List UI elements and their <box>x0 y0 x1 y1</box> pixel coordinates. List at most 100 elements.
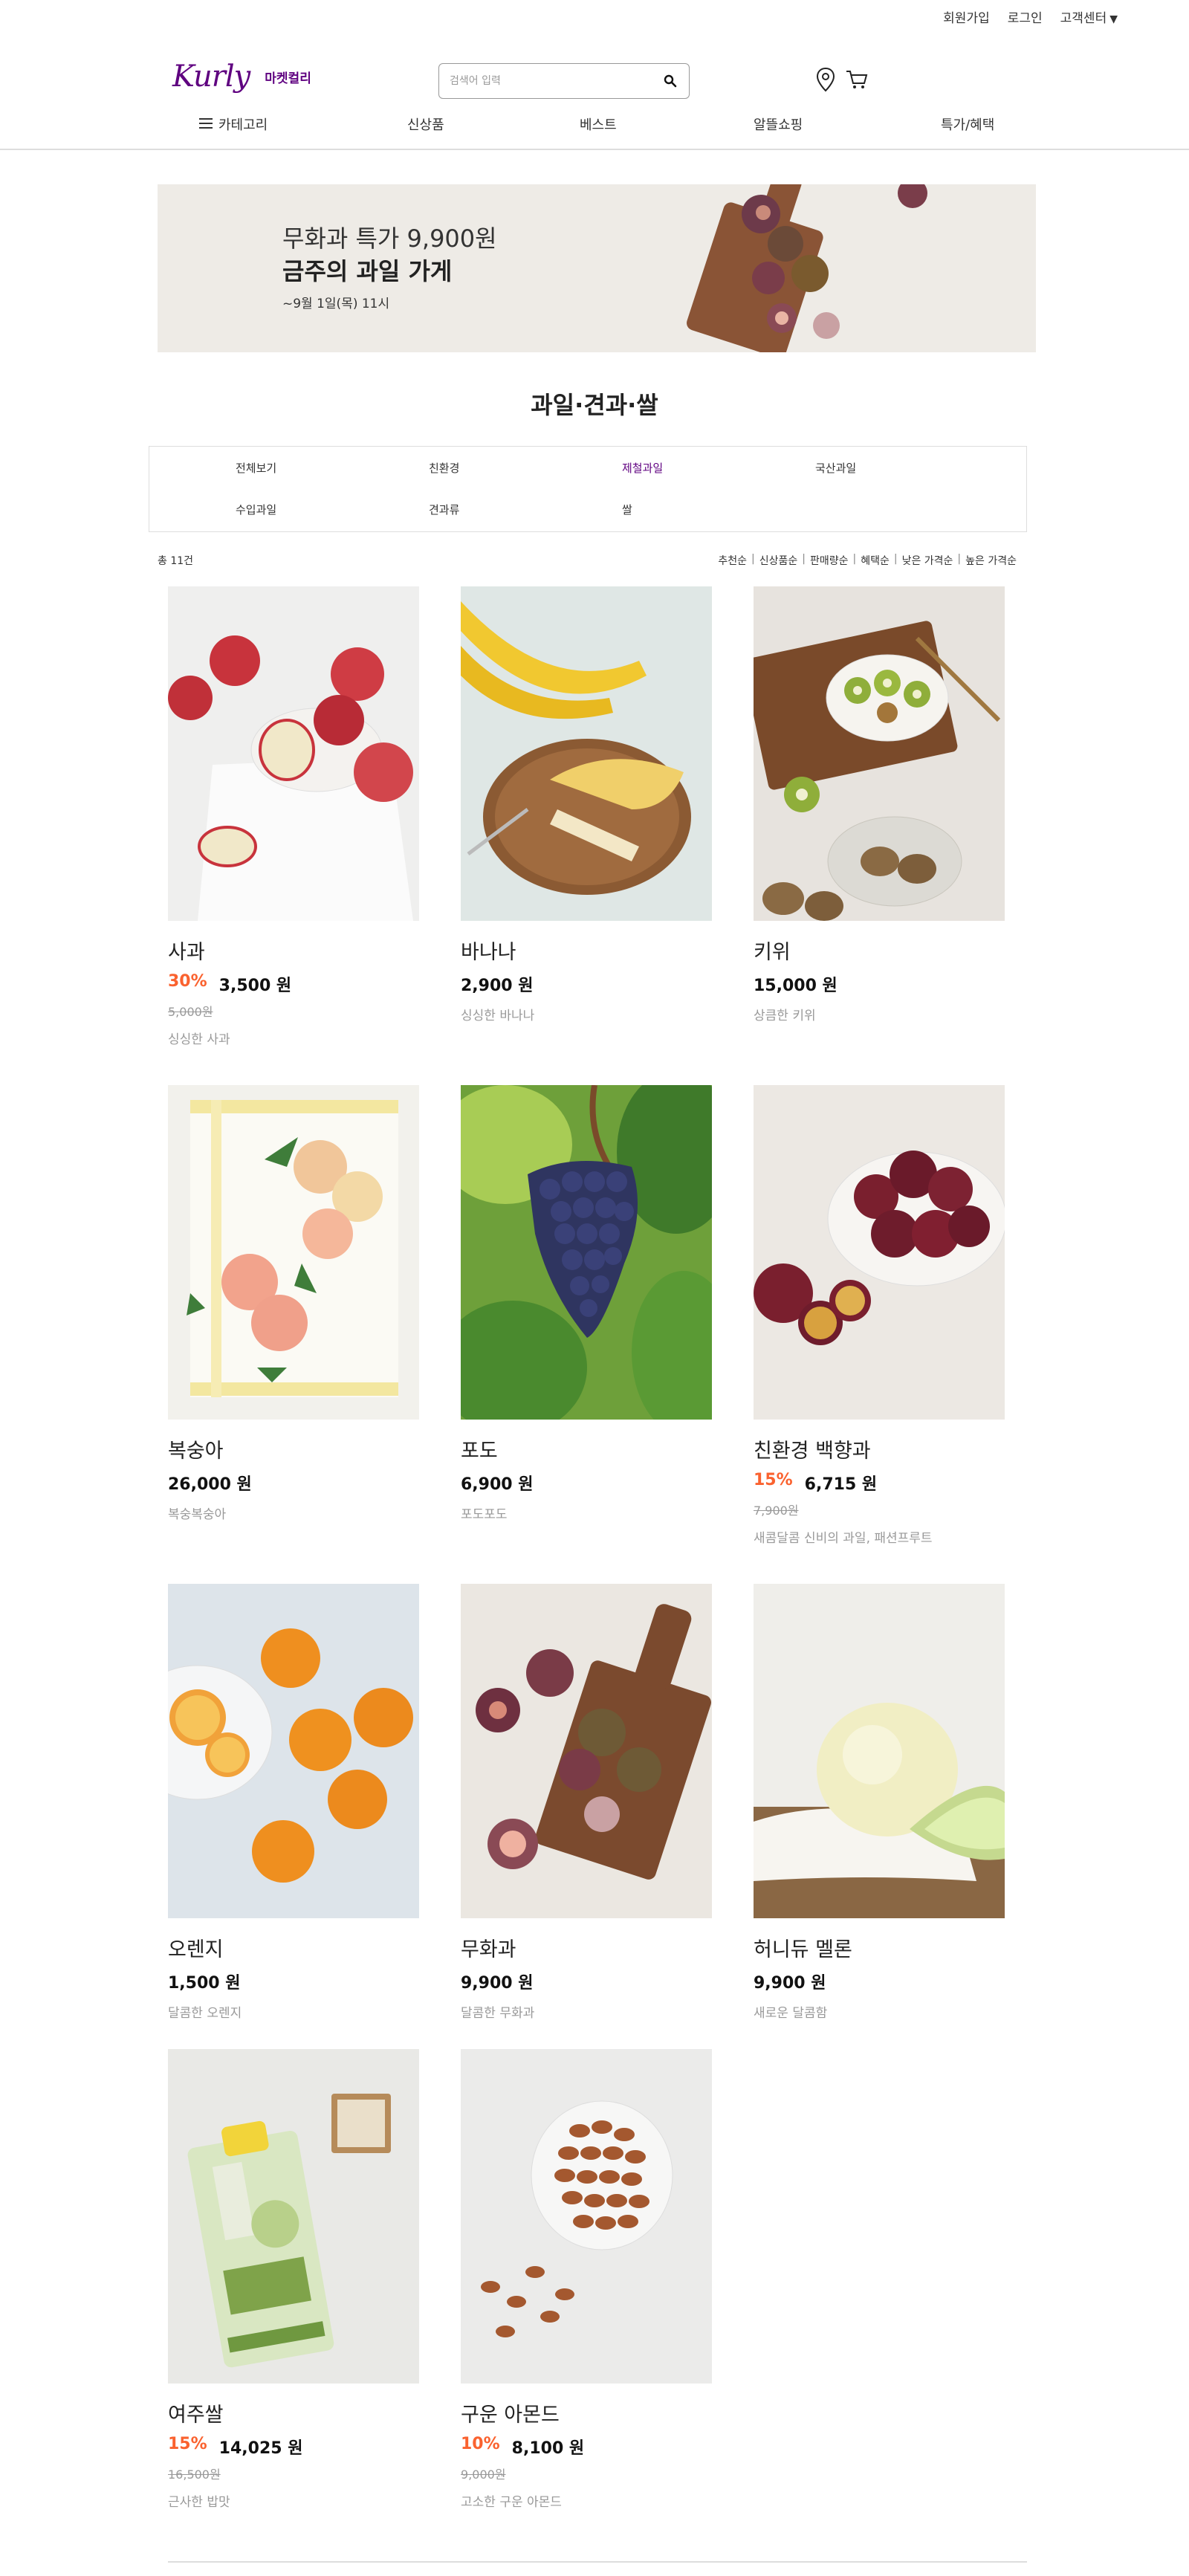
signup-link[interactable]: 회원가입 <box>943 7 990 26</box>
product-desc: 새로운 달콤함 <box>754 2006 828 2021</box>
location-pin-icon[interactable] <box>816 67 835 95</box>
price-row: 30% 3,500 원 <box>168 972 421 996</box>
filter-seasonal[interactable]: 제철과일 <box>622 460 663 476</box>
filter-domestic[interactable]: 국산과일 <box>815 460 856 476</box>
product-image[interactable] <box>754 586 1005 921</box>
product-price: 9,900 원 <box>754 1974 826 1993</box>
sort-newest[interactable]: 신상품순 <box>759 553 798 568</box>
product-card[interactable]: 바나나 2,900 원 싱싱한 바나나 <box>461 586 713 1023</box>
search-icon[interactable] <box>662 73 678 89</box>
sort-price-high[interactable]: 높은 가격순 <box>965 553 1017 568</box>
promo-banner[interactable]: 무화과 특가 9,900원 금주의 과일 가게 ~9월 1일(목) 11시 <box>158 184 1036 352</box>
product-card[interactable]: 친환경 백향과 15% 6,715 원 7,900원 새콤달콤 신비의 과일, … <box>754 1085 1006 1546</box>
filter-imported[interactable]: 수입과일 <box>236 502 276 517</box>
product-name: 무화과 <box>461 1938 516 1961</box>
sort-benefit[interactable]: 혜택순 <box>861 553 890 568</box>
total-count: 총 11건 <box>158 555 194 567</box>
price-row: 9,900 원 <box>461 1970 713 1993</box>
product-image[interactable] <box>754 1584 1005 1918</box>
search-input[interactable] <box>450 75 662 87</box>
product-card[interactable]: 포도 6,900 원 포도포도 <box>461 1085 713 1522</box>
original-price: 5,000원 <box>168 1005 213 1019</box>
product-name: 포도 <box>461 1440 498 1463</box>
filter-rice[interactable]: 쌀 <box>622 502 632 517</box>
product-desc: 고소한 구운 아몬드 <box>461 2495 562 2510</box>
product-card[interactable]: 여주쌀 15% 14,025 원 16,500원 근사한 밥맛 <box>168 2049 421 2510</box>
sort-price-low[interactable]: 낮은 가격순 <box>902 553 953 568</box>
product-price: 26,000 원 <box>168 1475 252 1494</box>
product-price: 6,715 원 <box>804 1475 878 1494</box>
banner-line-3: ~9월 1일(목) 11시 <box>282 297 390 311</box>
product-image[interactable] <box>461 1584 712 1918</box>
product-image[interactable] <box>168 2049 419 2384</box>
product-card[interactable]: 복숭아 26,000 원 복숭복숭아 <box>168 1085 421 1522</box>
product-image[interactable] <box>168 586 419 921</box>
product-image[interactable] <box>461 586 712 921</box>
login-link[interactable]: 로그인 <box>1008 7 1043 26</box>
product-desc: 상큼한 키위 <box>754 1009 816 1023</box>
original-price: 7,900원 <box>754 1504 799 1518</box>
product-desc: 달콤한 무화과 <box>461 2006 535 2021</box>
product-card[interactable]: 키위 15,000 원 상큼한 키위 <box>754 586 1006 1023</box>
product-name: 오렌지 <box>168 1938 224 1961</box>
nav-best[interactable]: 베스트 <box>580 114 617 134</box>
product-desc: 달콤한 오렌지 <box>168 2006 242 2021</box>
caret-down-icon: ▼ <box>1109 13 1118 25</box>
price-row: 26,000 원 <box>168 1471 421 1495</box>
category-title: 과일·견과·쌀 <box>531 391 658 419</box>
product-price: 2,900 원 <box>461 977 534 995</box>
menu-icon <box>199 117 213 132</box>
product-card[interactable]: 사과 30% 3,500 원 5,000원 싱싱한 사과 <box>168 586 421 1047</box>
product-image[interactable] <box>168 1584 419 1918</box>
nav-bargain[interactable]: 알뜰쇼핑 <box>754 114 803 134</box>
product-desc: 싱싱한 바나나 <box>461 1009 535 1023</box>
price-row: 6,900 원 <box>461 1471 713 1495</box>
product-desc: 근사한 밥맛 <box>168 2495 230 2510</box>
product-desc: 싱싱한 사과 <box>168 1032 230 1047</box>
product-name: 구운 아몬드 <box>461 2404 560 2427</box>
product-card[interactable]: 구운 아몬드 10% 8,100 원 9,000원 고소한 구운 아몬드 <box>461 2049 713 2510</box>
separator: | <box>957 553 962 565</box>
customer-center-menu[interactable]: 고객센터 ▼ <box>1060 7 1118 26</box>
filter-all[interactable]: 전체보기 <box>236 460 276 476</box>
nav-special-offers[interactable]: 특가/혜택 <box>941 114 994 134</box>
logo-wordmark: Kurly <box>172 59 250 94</box>
filter-eco[interactable]: 친환경 <box>429 460 459 476</box>
product-name: 여주쌀 <box>168 2404 224 2427</box>
category-menu[interactable]: 카테고리 <box>199 114 268 134</box>
product-image[interactable] <box>461 1085 712 1420</box>
market-label: 마켓컬리 <box>265 71 311 86</box>
product-card[interactable]: 오렌지 1,500 원 달콤한 오렌지 <box>168 1584 421 2021</box>
cart-icon[interactable] <box>846 69 868 93</box>
product-price: 8,100 원 <box>511 2439 585 2458</box>
filter-nuts[interactable]: 견과류 <box>429 502 459 517</box>
discount-rate: 15% <box>168 2435 207 2453</box>
global-navigation: 카테고리 신상품 베스트 알뜰쇼핑 특가/혜택 <box>0 111 1189 150</box>
header-icons <box>816 67 868 95</box>
price-row: 15% 14,025 원 <box>168 2435 421 2459</box>
product-card[interactable]: 허니듀 멜론 9,900 원 새로운 달콤함 <box>754 1584 1006 2021</box>
discount-rate: 15% <box>754 1471 793 1489</box>
divider <box>168 2561 1027 2563</box>
product-desc: 새콤달콤 신비의 과일, 패션프루트 <box>754 1531 933 1546</box>
logo[interactable]: Kurly 마켓컬리 <box>172 59 311 94</box>
product-desc: 복숭복숭아 <box>168 1507 227 1522</box>
product-image[interactable] <box>461 2049 712 2384</box>
product-name: 허니듀 멜론 <box>754 1938 852 1961</box>
price-row: 10% 8,100 원 <box>461 2435 713 2459</box>
product-desc: 포도포도 <box>461 1507 508 1522</box>
sort-sales[interactable]: 판매량순 <box>810 553 849 568</box>
subcategory-filter: 전체보기 친환경 제철과일 국산과일 수입과일 견과류 쌀 <box>149 446 1027 532</box>
separator: | <box>852 553 857 565</box>
discount-rate: 30% <box>168 972 207 991</box>
product-image[interactable] <box>168 1085 419 1420</box>
discount-rate: 10% <box>461 2435 500 2453</box>
product-image[interactable] <box>754 1085 1005 1420</box>
price-row: 2,900 원 <box>461 972 713 996</box>
search-box <box>438 63 690 99</box>
utility-bar: 회원가입 로그인 고객센터 ▼ <box>943 7 1118 26</box>
product-card[interactable]: 무화과 9,900 원 달콤한 무화과 <box>461 1584 713 2021</box>
sort-recommended[interactable]: 추천순 <box>718 553 747 568</box>
banner-line-1: 무화과 특가 9,900원 <box>282 224 497 253</box>
nav-new-products[interactable]: 신상품 <box>407 114 444 134</box>
